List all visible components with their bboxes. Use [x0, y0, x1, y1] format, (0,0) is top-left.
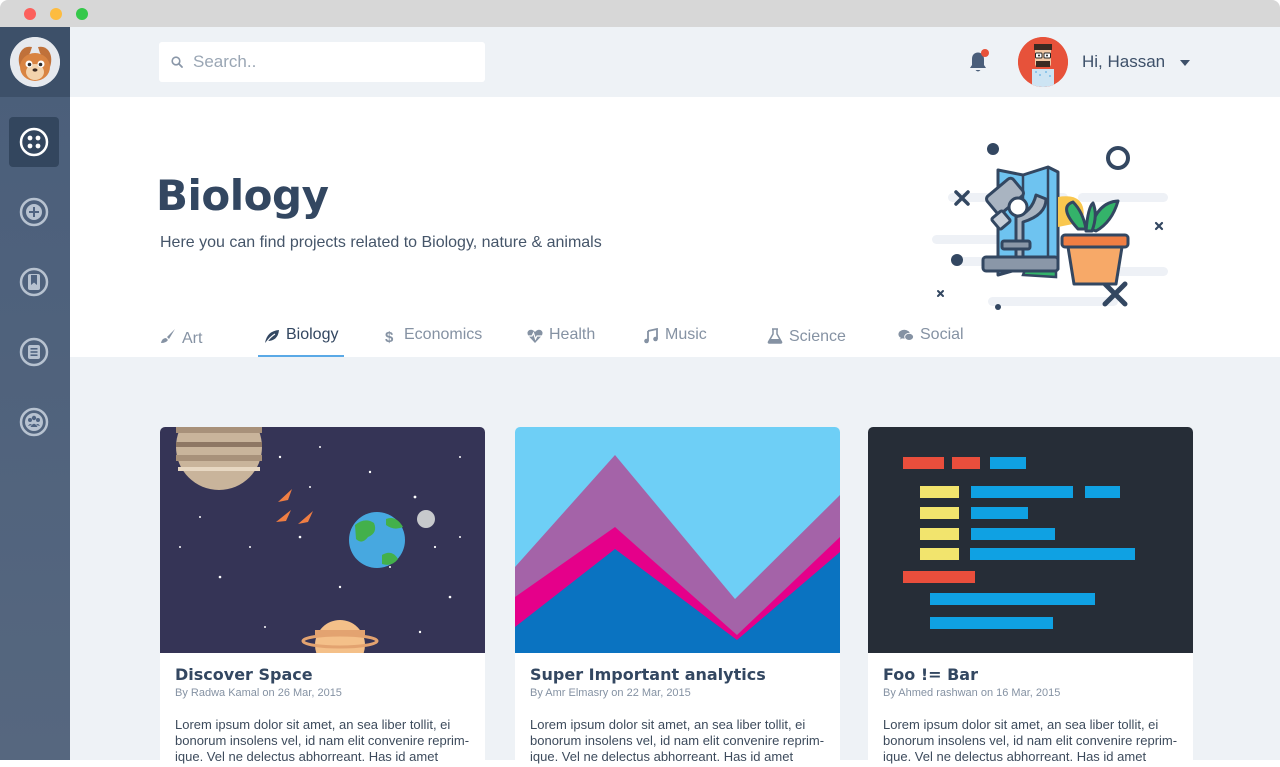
sidebar — [0, 27, 70, 760]
tab-science[interactable]: Science — [767, 326, 846, 358]
document-icon — [19, 337, 49, 367]
tab-label: Science — [789, 328, 846, 345]
page-title: Biology — [156, 171, 329, 220]
search-input[interactable] — [193, 52, 473, 72]
projects-area: Discover Space By Radwa Kamal on 26 Mar,… — [70, 357, 1280, 767]
add-icon — [19, 197, 49, 227]
card-title: Foo != Bar — [883, 665, 978, 684]
card-excerpt: Lorem ipsum dolor sit amet, an sea liber… — [530, 717, 825, 764]
top-bar: Hi, Hassan — [70, 27, 1280, 97]
tab-biology[interactable]: Biology — [258, 326, 345, 358]
sidebar-item-add[interactable] — [9, 187, 59, 237]
svg-text:$: $ — [385, 329, 394, 344]
card-excerpt: Lorem ipsum dolor sit amet, an sea liber… — [883, 717, 1178, 764]
avatar[interactable] — [1018, 37, 1068, 87]
card-excerpt: Lorem ipsum dolor sit amet, an sea liber… — [175, 717, 470, 764]
user-greeting[interactable]: Hi, Hassan — [1082, 52, 1165, 72]
project-card[interactable]: Discover Space By Radwa Kamal on 26 Mar,… — [160, 427, 485, 767]
tab-economics[interactable]: $ Economics — [382, 326, 482, 358]
project-card[interactable]: Super Important analytics By Amr Elmasry… — [515, 427, 840, 767]
brush-icon — [161, 329, 175, 343]
sidebar-item-documents[interactable] — [9, 327, 59, 377]
close-window-button[interactable] — [24, 8, 36, 20]
logo-area — [0, 27, 70, 97]
card-meta: By Ahmed rashwan on 16 Mar, 2015 — [883, 687, 1061, 699]
leaf-icon — [265, 330, 279, 344]
tab-label: Art — [182, 330, 203, 347]
space-thumbnail — [160, 427, 485, 653]
tab-music[interactable]: Music — [643, 326, 707, 358]
tab-art[interactable]: Art — [160, 326, 202, 358]
page-subtitle: Here you can find projects related to Bi… — [160, 234, 602, 251]
search-box[interactable] — [159, 42, 485, 82]
bell-icon — [970, 49, 989, 72]
notification-dot — [981, 49, 989, 57]
maximize-window-button[interactable] — [76, 8, 88, 20]
tab-label: Biology — [286, 326, 339, 343]
tab-health[interactable]: Health — [527, 326, 595, 358]
flask-icon — [767, 328, 783, 344]
tab-social[interactable]: Social — [898, 326, 964, 358]
notifications-button[interactable] — [966, 48, 992, 76]
users-icon — [19, 407, 49, 437]
sidebar-item-dashboard[interactable] — [9, 117, 59, 167]
chat-icon — [898, 329, 914, 341]
search-icon — [171, 56, 183, 68]
category-tabs: Art Biology $ Economics Health Music Sci… — [70, 318, 1280, 358]
card-meta: By Amr Elmasry on 22 Mar, 2015 — [530, 687, 691, 699]
card-title: Discover Space — [175, 665, 313, 684]
tab-label: Music — [665, 326, 707, 343]
bookmark-icon — [19, 267, 49, 297]
analytics-thumbnail — [515, 427, 840, 653]
squirrel-logo[interactable] — [10, 37, 60, 87]
sidebar-item-bookmarks[interactable] — [9, 257, 59, 307]
project-card[interactable]: Foo != Bar By Ahmed rashwan on 16 Mar, 2… — [868, 427, 1193, 767]
tab-label: Social — [920, 326, 964, 343]
music-icon — [644, 328, 658, 344]
biology-illustration — [932, 143, 1168, 310]
tab-label: Health — [549, 326, 596, 343]
window-titlebar — [0, 0, 1280, 27]
dashboard-icon — [19, 127, 49, 157]
chevron-down-icon[interactable] — [1180, 60, 1190, 66]
card-meta: By Radwa Kamal on 26 Mar, 2015 — [175, 687, 342, 699]
sidebar-item-users[interactable] — [9, 397, 59, 447]
card-title: Super Important analytics — [530, 665, 766, 684]
minimize-window-button[interactable] — [50, 8, 62, 20]
code-thumbnail — [868, 427, 1193, 653]
heartbeat-icon — [527, 329, 543, 343]
dollar-icon: $ — [385, 329, 394, 344]
tab-label: Economics — [404, 326, 483, 343]
